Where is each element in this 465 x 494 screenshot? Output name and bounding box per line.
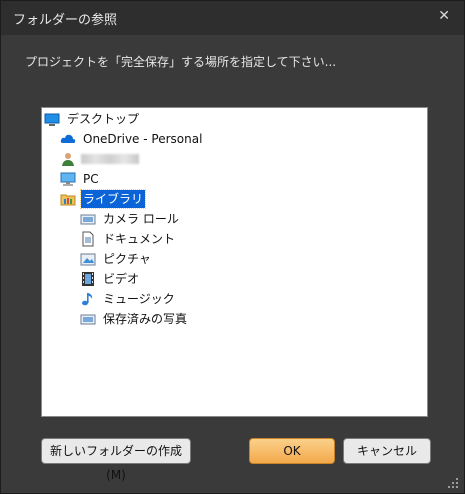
- tree-item-label: PC: [83, 172, 99, 186]
- tree-item-label: ドキュメント: [103, 232, 176, 246]
- tree-item-videos[interactable]: ビデオ: [80, 270, 141, 288]
- redacted-user-name: [81, 154, 139, 164]
- desktop-icon: [44, 111, 60, 127]
- tree-item-onedrive[interactable]: OneDrive - Personal: [60, 130, 204, 148]
- tree-item-documents[interactable]: ドキュメント: [80, 230, 177, 248]
- videos-icon: [80, 271, 96, 287]
- tree-item-camera-roll[interactable]: カメラ ロール: [80, 210, 181, 228]
- tree-item-saved-pictures[interactable]: 保存済みの写真: [80, 310, 189, 328]
- tree-item-library[interactable]: ライブラリ: [60, 189, 147, 209]
- new-folder-button[interactable]: 新しいフォルダーの作成(M): [41, 438, 191, 482]
- tree-item-label: ピクチャ: [103, 252, 151, 266]
- tree-item-label: デスクトップ: [67, 112, 140, 126]
- resize-grip-icon[interactable]: [448, 477, 458, 488]
- user-icon: [60, 151, 76, 167]
- tree-item-label: カメラ ロール: [103, 212, 179, 226]
- cancel-button[interactable]: キャンセル: [343, 438, 431, 464]
- dialog-title: フォルダーの参照: [13, 13, 118, 28]
- close-icon[interactable]: ✕: [438, 8, 450, 24]
- tree-item-user[interactable]: [60, 150, 139, 168]
- library-icon: [60, 191, 76, 207]
- tree-item-label: OneDrive - Personal: [83, 132, 203, 146]
- cloud-icon: [60, 131, 76, 147]
- ok-button[interactable]: OK: [249, 438, 335, 464]
- music-icon: [80, 291, 96, 307]
- browse-folder-dialog: フォルダーの参照 ✕ プロジェクトを「完全保存」する場所を指定して下さい... …: [0, 0, 465, 494]
- computer-icon: [60, 171, 76, 187]
- documents-icon: [80, 231, 96, 247]
- pictures-icon: [80, 251, 96, 267]
- tree-item-label: 保存済みの写真: [103, 312, 188, 326]
- tree-item-pc[interactable]: PC: [60, 170, 101, 188]
- tree-item-pictures[interactable]: ピクチャ: [80, 250, 153, 268]
- title-bar[interactable]: フォルダーの参照 ✕: [1, 1, 464, 35]
- tree-item-desktop[interactable]: デスクトップ: [44, 110, 141, 128]
- tree-item-music[interactable]: ミュージック: [80, 290, 177, 308]
- tree-item-label: ビデオ: [103, 272, 140, 286]
- tree-item-label: ライブラリ: [79, 189, 147, 209]
- tree-item-label: ミュージック: [103, 292, 175, 306]
- folder-tree[interactable]: デスクトップ OneDrive - Personal PC ライブラリ カメラ …: [41, 107, 428, 417]
- camera-roll-icon: [80, 211, 96, 227]
- instruction-text: プロジェクトを「完全保存」する場所を指定して下さい...: [25, 55, 337, 69]
- saved-pictures-icon: [80, 311, 96, 327]
